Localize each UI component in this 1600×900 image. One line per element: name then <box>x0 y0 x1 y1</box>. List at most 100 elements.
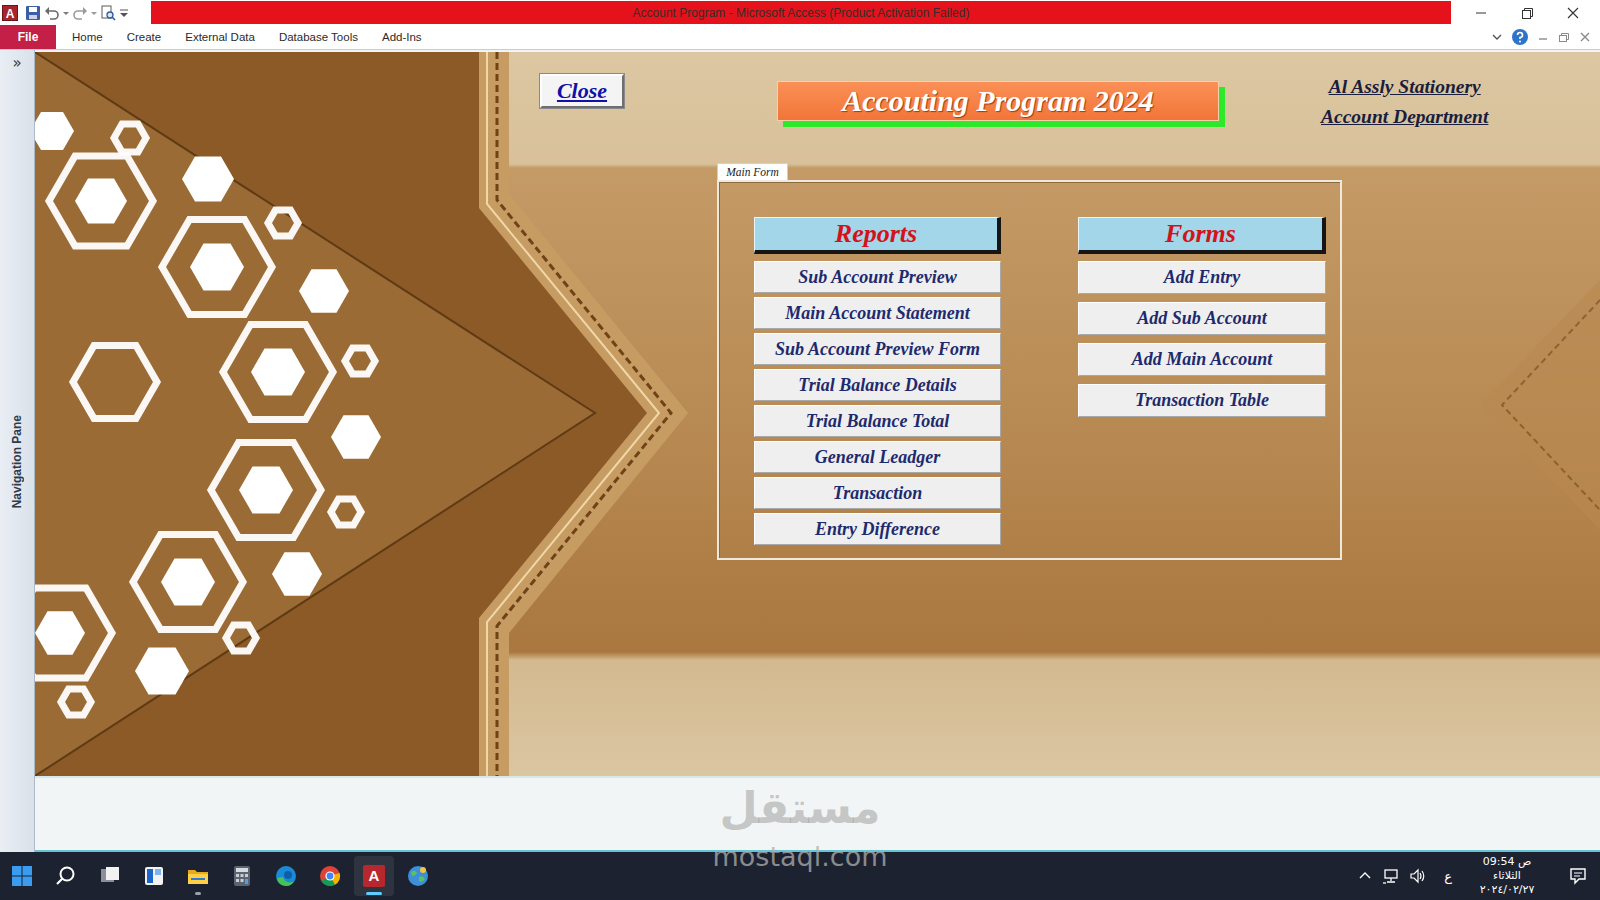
report-button[interactable]: Transaction <box>754 477 1001 509</box>
program-title: Accouting Program 2024 <box>777 81 1219 121</box>
taskbar-app[interactable] <box>90 856 130 896</box>
report-button[interactable]: Trial Balance Details <box>754 369 1001 401</box>
ribbon-tab[interactable]: Database Tools <box>267 25 370 49</box>
quick-access-toolbar: A <box>0 5 151 21</box>
taskbar-app[interactable] <box>222 856 262 896</box>
report-button[interactable]: Entry Difference <box>754 513 1001 545</box>
ribbon-tabs: FileHomeCreateExternal DataDatabase Tool… <box>0 25 1600 50</box>
input-language[interactable]: ع <box>1444 869 1452 884</box>
taskbar-app[interactable] <box>46 856 86 896</box>
access-logo-icon: A <box>2 5 18 21</box>
forms-column: Forms Add Entry Add Sub Account Add Main Ac… <box>1078 217 1326 545</box>
taskbar-app[interactable] <box>134 856 174 896</box>
minimize-icon[interactable] <box>1458 1 1504 25</box>
company-name: Al Assly Stationery <box>1329 72 1481 102</box>
globe-app-icon[interactable] <box>406 864 430 888</box>
file-tab[interactable]: File <box>0 25 56 49</box>
clock-time: 09:54 ص <box>1483 855 1532 869</box>
chrome-browser-icon[interactable] <box>318 864 342 888</box>
ribbon-tab[interactable]: Home <box>60 25 115 49</box>
taskbar-app[interactable] <box>310 856 350 896</box>
close-window-icon[interactable] <box>1550 1 1596 25</box>
tab-page: Reports Sub Account Preview Main Account S… <box>717 180 1342 560</box>
workspace: » Navigation Pane Close Accouting Program 2… <box>0 50 1600 852</box>
show-hidden-icons-icon[interactable] <box>1357 868 1373 884</box>
form-button[interactable]: Add Main Account <box>1078 343 1326 376</box>
form-window: Close Accouting Program 2024 Al Assly Stat… <box>35 50 1600 852</box>
doc-close-icon[interactable] <box>1578 30 1592 44</box>
volume-icon[interactable] <box>1409 867 1427 885</box>
restore-icon[interactable] <box>1504 1 1550 25</box>
doc-minimize-icon[interactable] <box>1536 30 1550 44</box>
report-button[interactable]: Sub Account Preview <box>754 261 1001 293</box>
network-icon[interactable] <box>1382 867 1400 885</box>
window-title: Account Program - Microsoft Access (Prod… <box>633 6 970 20</box>
search-icon[interactable] <box>54 864 78 888</box>
form-button[interactable]: Add Sub Account <box>1078 302 1326 335</box>
form-button[interactable]: Add Entry <box>1078 261 1326 294</box>
report-button[interactable]: Trial Balance Total <box>754 405 1001 437</box>
report-button[interactable]: Sub Account Preview Form <box>754 333 1001 365</box>
clock-date: ٢٠٢٤/٠٢/٢٧ <box>1480 883 1535 897</box>
watermark: مستقل mostaql.com <box>713 781 888 873</box>
clock[interactable]: 09:54 صالثلاثاء٢٠٢٤/٠٢/٢٧ <box>1469 855 1545 897</box>
title-banner: Account Program - Microsoft Access (Prod… <box>151 1 1451 24</box>
help-icon[interactable] <box>1511 28 1529 46</box>
file-explorer-icon[interactable] <box>186 864 210 888</box>
form-header: Close Accouting Program 2024 Al Assly Stat… <box>35 74 1600 132</box>
taskbar-app[interactable] <box>178 856 218 896</box>
undo-dropdown-icon[interactable] <box>63 5 69 21</box>
edge-browser-icon[interactable] <box>274 864 298 888</box>
main-form-tab[interactable]: Main Form <box>717 163 788 180</box>
form-content: Close Accouting Program 2024 Al Assly Stat… <box>35 52 1600 560</box>
ribbon-tab[interactable]: External Data <box>173 25 267 49</box>
save-icon[interactable] <box>25 5 41 21</box>
redo-dropdown-icon[interactable] <box>91 5 97 21</box>
redo-icon[interactable] <box>72 5 88 21</box>
ribbon-spacer <box>434 25 1490 49</box>
navigation-pane-label-area[interactable]: Navigation Pane <box>10 72 24 852</box>
report-button[interactable]: Main Account Statement <box>754 297 1001 329</box>
access-window: A Account Program - Microsoft Access (Pro… <box>0 0 1600 900</box>
close-button[interactable]: Close <box>540 74 624 108</box>
taskbar-app[interactable] <box>398 856 438 896</box>
company-info: Al Assly StationeryAccount Department <box>1321 72 1488 132</box>
tab-control: Main Form Reports Sub Account Preview Main … <box>717 162 1342 560</box>
calculator-icon[interactable] <box>230 864 254 888</box>
collapse-ribbon-icon[interactable] <box>1490 30 1504 44</box>
print-preview-icon[interactable] <box>100 5 116 21</box>
app-indicator <box>366 892 382 895</box>
taskbar-app[interactable] <box>2 856 42 896</box>
watermark-arabic: مستقل <box>720 781 881 835</box>
title-bar: A Account Program - Microsoft Access (Pro… <box>0 0 1600 25</box>
ribbon-tab[interactable]: Create <box>115 25 174 49</box>
ribbon-tab[interactable]: Add-Ins <box>370 25 434 49</box>
taskbar-apps: A <box>0 856 438 896</box>
department-name: Account Department <box>1321 102 1488 132</box>
report-button[interactable]: General Leadger <box>754 441 1001 473</box>
taskbar-app[interactable]: A <box>354 856 394 896</box>
system-tray: ع 09:54 صالثلاثاء٢٠٢٤/٠٢/٢٧ <box>1357 855 1600 897</box>
form-button[interactable]: Transaction Table <box>1078 384 1326 417</box>
windows-start-icon[interactable] <box>10 864 34 888</box>
reports-column: Reports Sub Account Preview Main Account S… <box>754 217 1001 545</box>
navigation-pane-label[interactable]: Navigation Pane <box>10 415 24 508</box>
navigation-pane-toggle[interactable]: » <box>6 54 28 72</box>
navigation-pane: » Navigation Pane <box>0 50 35 852</box>
access-app-icon[interactable]: A <box>363 865 385 887</box>
customize-toolbar-icon[interactable] <box>119 5 129 21</box>
widgets-icon[interactable] <box>142 864 166 888</box>
undo-icon[interactable] <box>44 5 60 21</box>
taskbar: A ع 09:54 صالثلاثاء٢٠٢٤/٠٢/٢٧ <box>0 852 1600 900</box>
notification-icon[interactable] <box>1568 866 1588 886</box>
arabesque-edge-icon <box>1450 280 1600 530</box>
watermark-latin: mostaql.com <box>713 841 888 873</box>
ribbon-controls <box>1490 25 1600 49</box>
task-view-icon[interactable] <box>98 864 122 888</box>
doc-restore-icon[interactable] <box>1557 30 1571 44</box>
clock-day: الثلاثاء <box>1493 869 1521 883</box>
forms-header: Forms <box>1078 217 1326 254</box>
taskbar-app[interactable] <box>266 856 306 896</box>
reports-header: Reports <box>754 217 1001 254</box>
app-indicator <box>195 892 201 895</box>
